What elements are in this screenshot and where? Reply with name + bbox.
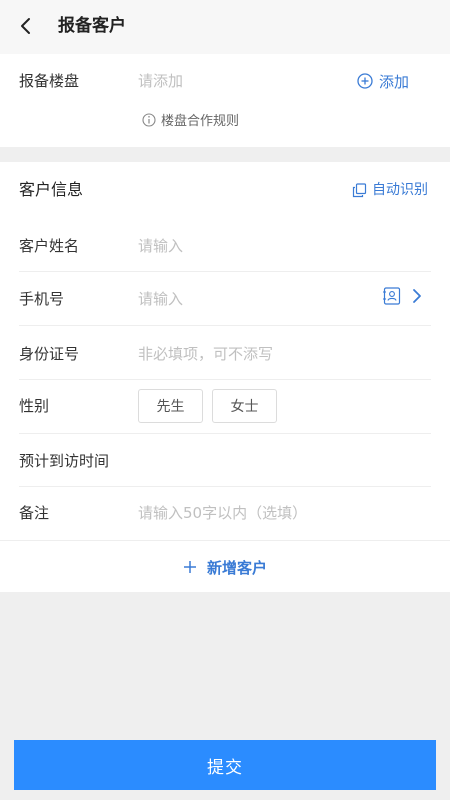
auto-recognize-label: 自动识别: [372, 182, 428, 198]
copy-icon: [352, 182, 367, 197]
add-project-button[interactable]: 添加: [357, 70, 409, 92]
divider: [19, 325, 431, 326]
chevron-right-icon[interactable]: [412, 288, 422, 304]
add-project-label: 添加: [379, 72, 410, 91]
page-title: 报备客户: [58, 16, 126, 36]
project-section: 报备楼盘 请添加 添加 楼盘合作规则: [0, 54, 450, 147]
id-number-label: 身份证号: [19, 345, 80, 363]
divider: [19, 379, 431, 380]
divider: [19, 271, 431, 272]
divider: [19, 486, 431, 487]
customer-section: 客户信息 自动识别 客户姓名 请输入 手机号 请输入 身份证号 非必填项，可不添…: [0, 162, 450, 592]
divider: [19, 433, 431, 434]
contact-book-icon[interactable]: [382, 286, 402, 306]
plus-circle-icon: [357, 73, 373, 89]
gender-female-option[interactable]: 女士: [212, 389, 277, 423]
submit-button[interactable]: 提交: [14, 740, 436, 790]
nav-bar: 报备客户: [0, 0, 450, 54]
remark-label: 备注: [19, 504, 50, 522]
back-button[interactable]: [14, 14, 38, 38]
remark-input[interactable]: 请输入50字以内（选填）: [138, 503, 307, 523]
info-icon: [142, 112, 156, 127]
phone-actions: [382, 286, 422, 306]
gender-label: 性别: [19, 397, 50, 415]
auto-recognize-button[interactable]: 自动识别: [352, 179, 428, 201]
visit-time-label[interactable]: 预计到访时间: [19, 451, 109, 471]
project-label: 报备楼盘: [19, 72, 80, 90]
customer-name-input[interactable]: 请输入: [138, 236, 183, 256]
project-input[interactable]: 请添加: [138, 71, 183, 91]
phone-label: 手机号: [19, 290, 65, 308]
add-customer-button[interactable]: 新增客户: [0, 554, 450, 580]
chevron-left-icon: [21, 18, 30, 34]
plus-icon: [183, 561, 196, 573]
divider: [0, 540, 450, 541]
add-customer-label: 新增客户: [206, 558, 267, 577]
project-rule-label: 楼盘合作规则: [161, 114, 240, 129]
gender-male-option[interactable]: 先生: [138, 389, 203, 423]
id-number-input[interactable]: 非必填项，可不添写: [138, 344, 273, 364]
customer-name-label: 客户姓名: [19, 237, 80, 255]
project-rule-link[interactable]: 楼盘合作规则: [142, 110, 239, 129]
phone-input[interactable]: 请输入: [138, 289, 183, 309]
customer-section-title: 客户信息: [19, 180, 84, 199]
